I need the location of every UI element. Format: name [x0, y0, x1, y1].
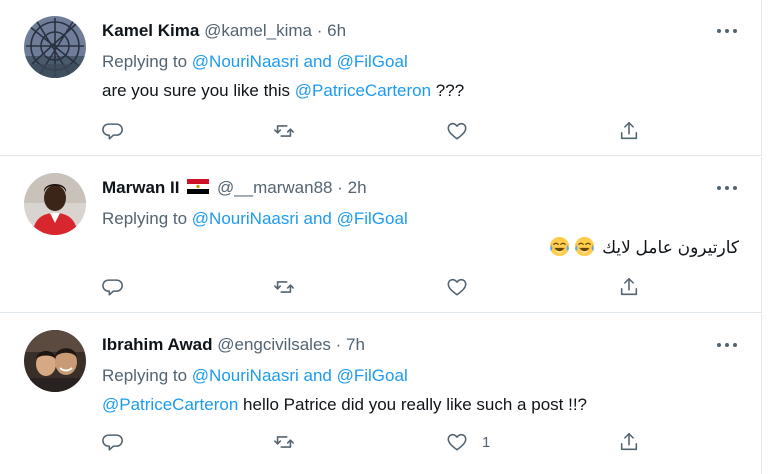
retweet-icon: [274, 281, 294, 293]
retweet-icon: [274, 125, 294, 137]
heart-icon: [447, 278, 467, 296]
replying-to-users[interactable]: @NouriNaasri and @FilGoal: [192, 52, 408, 71]
egypt-flag-icon: [187, 179, 210, 194]
replying-prefix: Replying to: [102, 52, 188, 71]
tears-of-joy-emoji: [550, 236, 570, 257]
replying-to: Replying to @NouriNaasri and @FilGoal: [102, 366, 408, 386]
replying-prefix: Replying to: [102, 366, 188, 385]
tweet[interactable]: Marwan II @__marwan88 · 2h Replying to @…: [0, 157, 762, 313]
timestamp[interactable]: 2h: [348, 178, 367, 197]
avatar[interactable]: [24, 16, 86, 78]
tweet[interactable]: Kamel Kima @kamel_kima · 6h Replying to …: [0, 0, 762, 156]
replying-to: Replying to @NouriNaasri and @FilGoal: [102, 209, 408, 229]
display-name[interactable]: Kamel Kima: [102, 21, 199, 40]
heart-icon: [447, 122, 467, 140]
separator-dot: ·: [337, 178, 343, 197]
more-options-icon[interactable]: [717, 24, 739, 38]
share-icon: [620, 121, 638, 140]
retweet-button[interactable]: [273, 429, 295, 455]
tweet-header: Kamel Kima @kamel_kima · 6h: [102, 21, 346, 41]
share-button[interactable]: [618, 274, 640, 300]
like-button[interactable]: [446, 118, 482, 144]
mention-link[interactable]: @PatriceCarteron: [102, 395, 238, 414]
retweet-button[interactable]: [273, 118, 295, 144]
display-name[interactable]: Ibrahim Awad: [102, 335, 213, 354]
tears-of-joy-emoji: [575, 236, 595, 257]
reply-icon: [102, 123, 123, 140]
tweet-header: Ibrahim Awad @engcivilsales · 7h: [102, 335, 365, 355]
tweet-text-part: hello Patrice did you really like such a…: [238, 395, 587, 414]
reply-button[interactable]: [102, 429, 124, 455]
retweet-icon: [274, 436, 294, 448]
user-handle[interactable]: @engcivilsales: [217, 335, 331, 354]
replying-to-users[interactable]: @NouriNaasri and @FilGoal: [192, 209, 408, 228]
tweet-actions: 1: [100, 429, 660, 455]
tweet-text: كارتيرون عامل لايك: [547, 236, 739, 258]
share-button[interactable]: [618, 118, 640, 144]
replying-prefix: Replying to: [102, 209, 188, 228]
reply-icon: [102, 434, 123, 451]
timestamp[interactable]: 7h: [346, 335, 365, 354]
more-options-icon[interactable]: [717, 338, 739, 352]
avatar[interactable]: [24, 173, 86, 235]
like-count: 1: [482, 433, 491, 451]
retweet-button[interactable]: [273, 274, 295, 300]
user-handle[interactable]: @kamel_kima: [204, 21, 312, 40]
timestamp[interactable]: 6h: [327, 21, 346, 40]
tweet-header: Marwan II @__marwan88 · 2h: [102, 178, 367, 198]
tweet-text-part: are you sure you like this: [102, 81, 295, 100]
like-button[interactable]: [446, 274, 482, 300]
replying-to: Replying to @NouriNaasri and @FilGoal: [102, 52, 408, 72]
user-handle[interactable]: @__marwan88: [217, 178, 333, 197]
reply-button[interactable]: [102, 118, 124, 144]
separator-dot: ·: [335, 335, 342, 354]
tweet-actions: [100, 118, 660, 144]
reply-button[interactable]: [102, 274, 124, 300]
mention-link[interactable]: @PatriceCarteron: [295, 81, 431, 100]
display-name[interactable]: Marwan II: [102, 178, 179, 197]
tweet-actions: [100, 274, 660, 300]
avatar[interactable]: [24, 330, 86, 392]
share-button[interactable]: [618, 429, 640, 455]
share-icon: [620, 432, 638, 451]
tweet[interactable]: Ibrahim Awad @engcivilsales · 7h Replyin…: [0, 314, 762, 474]
heart-icon: [447, 433, 467, 451]
tweet-text: are you sure you like this @PatriceCarte…: [102, 81, 464, 101]
tweet-text-part: ???: [431, 81, 465, 100]
share-icon: [620, 277, 638, 296]
tweet-text: @PatriceCarteron hello Patrice did you r…: [102, 395, 587, 415]
reply-icon: [102, 279, 123, 296]
tweet-text-part: كارتيرون عامل لايك: [602, 238, 739, 257]
replying-to-users[interactable]: @NouriNaasri and @FilGoal: [192, 366, 408, 385]
separator-dot: ·: [316, 21, 323, 40]
like-button[interactable]: 1: [446, 429, 490, 455]
more-options-icon[interactable]: [717, 181, 739, 195]
